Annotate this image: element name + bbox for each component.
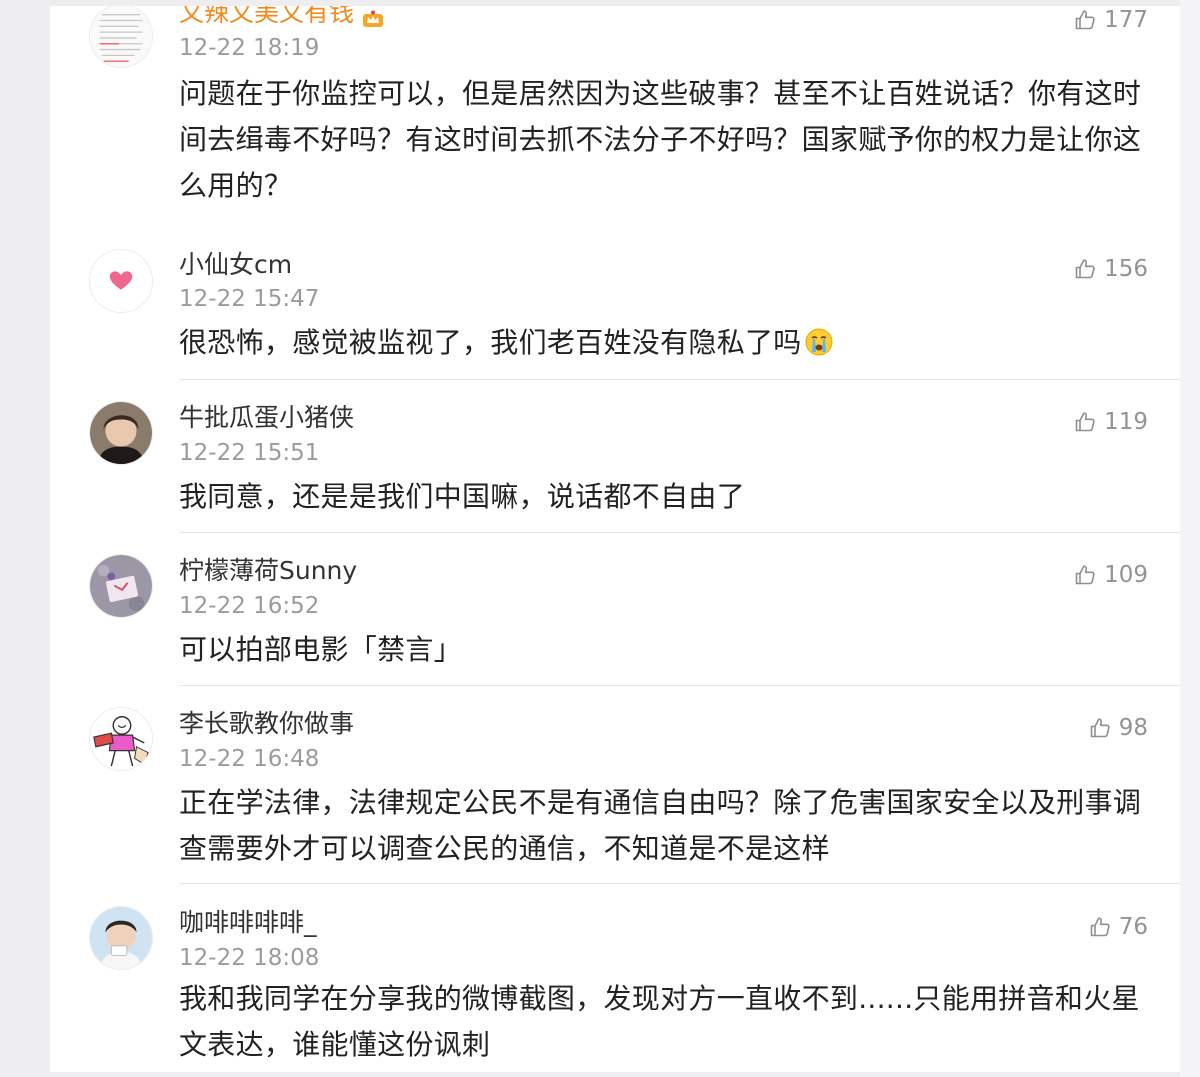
crying-face-emoji	[804, 325, 834, 356]
comment-time: 12-22 16:48	[179, 746, 320, 772]
comment-time: 12-22 18:19	[179, 35, 320, 61]
thumbs-up-icon	[1090, 917, 1110, 937]
comment-time: 12-22 18:08	[179, 945, 320, 971]
comment-text: 很恐怖，感觉被监视了，我们老百姓没有隐私了吗	[179, 320, 1154, 366]
thumbs-up-icon	[1075, 412, 1095, 432]
scrollbar-track[interactable]	[1180, 0, 1200, 1077]
like-count: 119	[1104, 409, 1148, 435]
text-screenshot-avatar[interactable]	[89, 6, 153, 68]
like-button[interactable]: 76	[1088, 913, 1148, 941]
username[interactable]: 咖啡啡啡啡_	[179, 908, 317, 938]
thumbs-up-icon	[1075, 259, 1095, 279]
comment-time: 12-22 15:51	[179, 440, 320, 466]
like-button[interactable]: 98	[1088, 714, 1148, 742]
divider	[179, 883, 1180, 884]
divider	[179, 379, 1180, 380]
boy-photo-avatar[interactable]	[89, 906, 153, 970]
like-count: 177	[1104, 7, 1148, 33]
thumbs-up-icon	[1075, 10, 1095, 30]
like-count: 109	[1104, 562, 1148, 588]
like-button[interactable]: 177	[1073, 6, 1148, 34]
comment-list: 又辣又美又有钱 12-22 18:19 177 问题在于你监控可以，但是居然因为…	[50, 6, 1180, 1072]
divider	[179, 685, 1180, 686]
like-count: 76	[1118, 914, 1148, 940]
comment-text: 我同意，还是是我们中国嘛，说话都不自由了	[179, 480, 746, 513]
like-button[interactable]: 109	[1073, 561, 1148, 589]
thumbs-up-icon	[1075, 565, 1095, 585]
like-count: 156	[1104, 256, 1148, 282]
vip-crown-icon	[362, 6, 384, 27]
comment-text: 可以拍部电影「禁言」	[179, 633, 463, 666]
thumbs-up-icon	[1090, 718, 1110, 738]
username[interactable]: 小仙女cm	[179, 250, 292, 280]
username[interactable]: 牛批瓜蛋小猪侠	[179, 403, 354, 433]
cartoon-character-avatar[interactable]	[89, 707, 153, 771]
like-count: 98	[1118, 715, 1148, 741]
envelope-photo-avatar[interactable]	[89, 554, 153, 618]
comment-text: 我和我同学在分享我的微博截图，发现对方一直收不到......只能用拼音和火星文表…	[179, 982, 1140, 1061]
username[interactable]: 李长歌教你做事	[179, 709, 354, 739]
comment-text: 问题在于你监控可以，但是居然因为这些破事？甚至不让百姓说话？你有这时间去缉毒不好…	[179, 77, 1142, 202]
person-photo-avatar[interactable]	[89, 401, 153, 465]
comment-time: 12-22 15:47	[179, 286, 320, 312]
like-button[interactable]: 156	[1073, 255, 1148, 283]
comment-text: 正在学法律，法律规定公民不是有通信自由吗？除了危害国家安全以及刑事调查需要外才可…	[179, 786, 1142, 865]
username[interactable]: 柠檬薄荷Sunny	[179, 556, 357, 586]
like-button[interactable]: 119	[1073, 408, 1148, 436]
divider	[179, 532, 1180, 533]
username[interactable]: 又辣又美又有钱	[179, 6, 384, 28]
comment-time: 12-22 16:52	[179, 593, 320, 619]
pink-heart-avatar[interactable]	[89, 249, 153, 313]
